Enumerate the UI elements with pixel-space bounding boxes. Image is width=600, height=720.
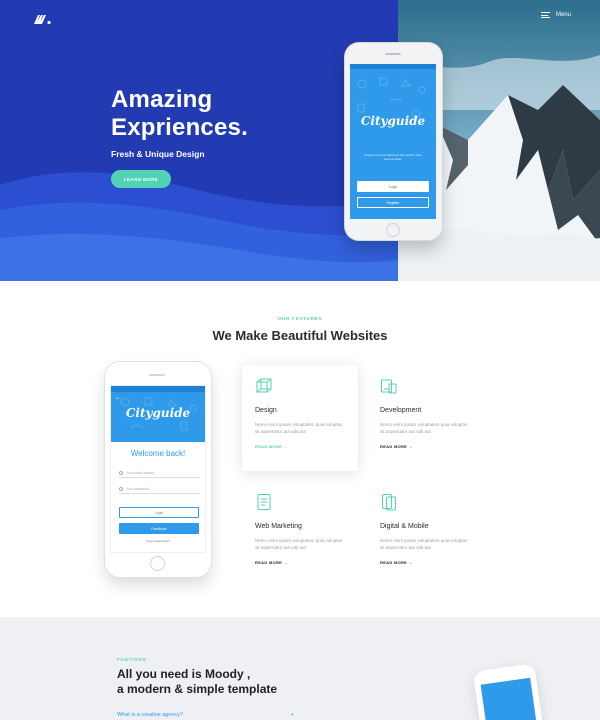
cube-icon: [256, 378, 272, 393]
expand-icon[interactable]: +: [291, 712, 294, 718]
hero-phone-login-button[interactable]: Login: [357, 181, 429, 192]
functions-title: All you need is Moody , a modern & simpl…: [117, 667, 277, 697]
feature-card-digital-mobile[interactable]: Digital & Mobile Nemo enim ipsam volupta…: [367, 481, 483, 587]
login-screen-header: ← Cityguide: [111, 386, 205, 442]
logo-mark-icon: [34, 15, 51, 25]
feature-text: Nemo enim ipsam voluptatem quia voluptas…: [255, 422, 343, 434]
hero-phone-screen: Cityguide Explore the best places of the…: [350, 64, 436, 219]
feature-text: Nemo enim ipsam voluptatem quia voluptas…: [255, 538, 343, 550]
hero-phone-register-button[interactable]: Register: [357, 197, 429, 208]
read-more-link[interactable]: READ MORE →: [255, 444, 288, 449]
functions-title-line2: a modern & simple template: [117, 682, 278, 696]
menu-button[interactable]: Menu: [541, 12, 571, 18]
phone-speaker: [149, 374, 165, 376]
feature-card-design[interactable]: Design Nemo enim ipsam voluptatem quia v…: [242, 365, 358, 471]
brand-logo[interactable]: [33, 12, 53, 30]
functions-phone-mockup: [472, 663, 546, 720]
features-title: We Make Beautiful Websites: [212, 328, 388, 343]
login-phone-mockup: ← Cityguide Welcome back! Your email adr…: [105, 362, 211, 577]
hero-phone-mockup: Cityguide Explore the best places of the…: [345, 43, 442, 240]
password-field[interactable]: Your password: [119, 484, 199, 494]
phone-home-button: [386, 223, 400, 237]
faq-item[interactable]: What is a creative agency? +: [117, 712, 294, 720]
hero-phone-tagline: Explore the best places of the world's m…: [364, 153, 422, 161]
email-field[interactable]: Your email adress: [119, 468, 199, 478]
feature-title: Web Marketing: [255, 523, 302, 530]
hero-title-line2: Exprіences.: [111, 114, 248, 141]
hamburger-icon: [541, 12, 550, 18]
password-placeholder: Your password: [126, 486, 150, 491]
hero-subtitle: Fresh & Unique Design: [111, 149, 205, 159]
forgot-password-link[interactable]: Forgot password?: [111, 539, 205, 543]
feature-title: Digital & Mobile: [380, 523, 429, 530]
functions-kicker: FUNTIONS: [117, 657, 147, 662]
phone-status-bar: [350, 64, 436, 69]
feature-card-development[interactable]: Development Nemo enim ipsam voluptatem q…: [367, 365, 483, 471]
phone-speaker: [385, 53, 401, 55]
functions-phone-screen: [480, 677, 540, 720]
welcome-back-heading: Welcome back!: [130, 449, 186, 458]
document-icon: [257, 494, 271, 510]
hero-title: Amazing Exprіences.: [111, 86, 248, 142]
email-placeholder: Your email adress: [126, 470, 154, 475]
login-phone-app-logo: Cityguide: [125, 406, 191, 420]
hero-section: Menu Amazing Exprіences. Fresh & Unique …: [0, 0, 600, 281]
faq-question: What is a creative agency?: [117, 712, 184, 718]
functions-title-line1: All you need is Moody ,: [117, 667, 251, 681]
devices-icon: [381, 379, 397, 394]
hero-phone-app-logo: Cityguide: [360, 114, 426, 128]
features-kicker: OUR FEATURES: [277, 316, 323, 321]
user-icon: [119, 470, 123, 475]
functions-section: FUNTIONS All you need is Moody , a moder…: [0, 617, 600, 720]
learn-more-button[interactable]: LEARN MORE: [111, 170, 171, 188]
feature-card-web-marketing[interactable]: Web Marketing Nemo enim ipsam voluptatem…: [242, 481, 358, 587]
phone-home-button: [150, 556, 165, 571]
login-button[interactable]: Login: [119, 507, 199, 518]
features-section: OUR FEATURES We Make Beautiful Websites …: [0, 281, 600, 617]
lock-icon: [119, 486, 123, 491]
facebook-button[interactable]: Facebook: [119, 523, 199, 534]
feature-text: Nemo enim ipsam voluptatem quia voluptas…: [380, 422, 468, 434]
read-more-link[interactable]: READ MORE →: [380, 560, 413, 565]
read-more-link[interactable]: READ MORE →: [380, 444, 413, 449]
feature-title: Design: [255, 407, 277, 414]
menu-label: Menu: [556, 12, 572, 18]
feature-title: Development: [380, 407, 422, 414]
read-more-link[interactable]: READ MORE →: [255, 560, 288, 565]
mobile-icon: [382, 494, 396, 511]
login-phone-screen: ← Cityguide Welcome back! Your email adr…: [110, 385, 206, 553]
hero-title-line1: Amazing: [111, 86, 213, 113]
feature-text: Nemo enim ipsam voluptatem quia voluptas…: [380, 538, 468, 550]
